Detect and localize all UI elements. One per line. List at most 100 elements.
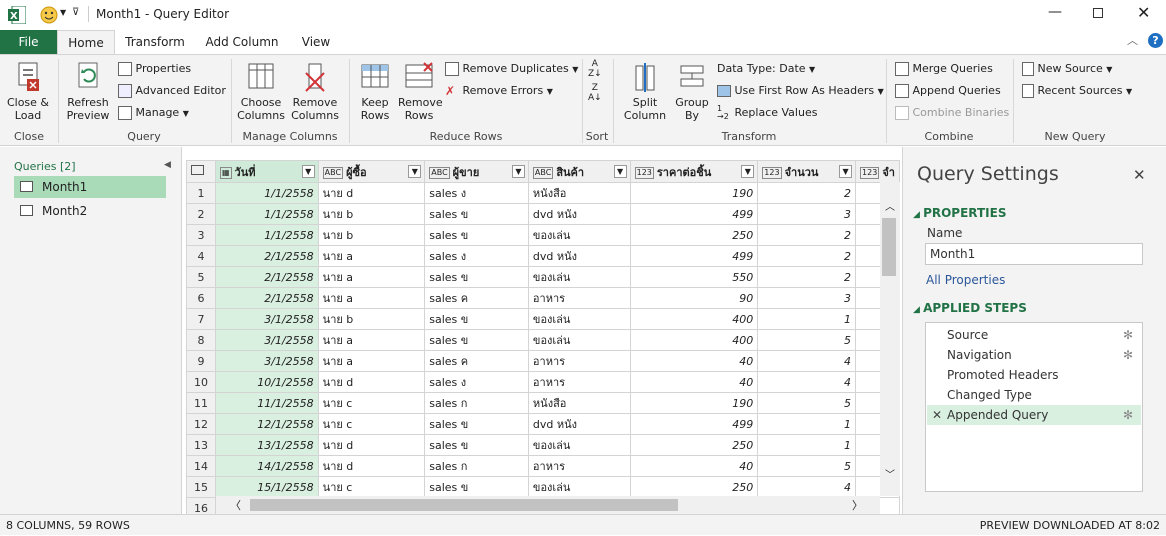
properties-section[interactable]: ◢ PROPERTIES (913, 206, 1006, 220)
table-cell[interactable]: 2/1/2558 (214, 287, 319, 309)
delete-step-icon[interactable]: ✕ (932, 405, 942, 425)
table-cell[interactable]: 3 (757, 287, 857, 309)
table-row[interactable]: 5 2/1/2558 นาย a sales ขของเล่น 550 2 (186, 266, 900, 288)
table-cell[interactable]: 499 (629, 413, 759, 435)
table-cell[interactable]: sales ข (424, 266, 529, 288)
table-cell[interactable]: sales ข (424, 434, 529, 456)
table-cell[interactable]: 12/1/2558 (214, 413, 319, 435)
tab-home[interactable]: Home (57, 30, 115, 54)
scroll-left-icon[interactable]: 〈 (230, 497, 241, 513)
table-cell[interactable]: 40 (629, 455, 759, 477)
table-cell[interactable]: ของเล่น (527, 434, 631, 456)
gear-icon[interactable]: ✻ (1123, 405, 1133, 425)
table-cell[interactable]: dvd หนัง (527, 203, 631, 225)
table-cell[interactable]: 1 (757, 434, 857, 456)
column-header[interactable]: ABC ผู้ซื้อ ▼ (317, 160, 426, 183)
table-cell[interactable]: นาย d (317, 455, 426, 477)
table-cell[interactable]: 10/1/2558 (214, 371, 319, 393)
maximize-icon[interactable] (1093, 8, 1103, 18)
table-row[interactable]: 11 11/1/2558 นาย c sales กหนังสือ 190 5 (186, 392, 900, 414)
group-by-button[interactable]: Group By (672, 61, 712, 122)
table-cell[interactable]: นาย a (317, 350, 426, 372)
choose-columns-button[interactable]: Choose Columns (236, 61, 286, 122)
replace-values-button[interactable]: 1 →2 Replace Values (717, 103, 817, 123)
table-cell[interactable]: 250 (629, 224, 759, 246)
table-cell[interactable]: อาหาร (527, 287, 631, 309)
applied-steps-section[interactable]: ◢ APPLIED STEPS (913, 301, 1027, 315)
table-row[interactable]: 13 13/1/2558 นาย d sales ขของเล่น 250 1 (186, 434, 900, 456)
table-cell[interactable]: นาย b (317, 203, 426, 225)
table-cell[interactable]: sales ก (424, 455, 529, 477)
table-cell[interactable]: นาย d (317, 182, 426, 204)
table-cell[interactable]: นาย c (317, 392, 426, 414)
sort-ascending-button[interactable]: A Z↓ (588, 59, 602, 79)
column-header[interactable]: ▦ วันที่ ▼ (214, 160, 319, 183)
table-cell[interactable]: sales ข (424, 329, 529, 351)
minimize-icon[interactable]: — (1048, 4, 1062, 20)
table-row[interactable]: 4 2/1/2558 นาย a sales ง dvd หนัง 499 2 (186, 245, 900, 267)
table-cell[interactable]: 250 (629, 434, 759, 456)
close-load-button[interactable]: Close & Load (4, 61, 52, 122)
chevron-down-icon[interactable]: ▼ (741, 165, 755, 178)
step-changed-type[interactable]: Changed Type (927, 385, 1141, 405)
table-cell[interactable]: 400 (629, 329, 759, 351)
step-appended-query[interactable]: ✕ Appended Query ✻ (927, 405, 1141, 425)
chevron-down-icon[interactable]: ▼ (408, 165, 422, 178)
column-header[interactable]: 123 จำ (855, 160, 900, 183)
table-cell[interactable]: อาหาร (527, 350, 631, 372)
collapse-ribbon-icon[interactable]: ︿ (1127, 32, 1138, 48)
table-cell[interactable]: sales ข (424, 224, 529, 246)
table-cell[interactable]: 3/1/2558 (214, 308, 319, 330)
column-header[interactable]: ABC สินค้า ▼ (527, 160, 631, 183)
table-cell[interactable]: 5 (757, 455, 857, 477)
combine-binaries-button[interactable]: Combine Binaries (895, 103, 1009, 123)
table-cell[interactable]: ของเล่น (527, 308, 631, 330)
keep-rows-button[interactable]: Keep Rows (354, 61, 396, 122)
step-source[interactable]: Source ✻ (927, 325, 1141, 345)
refresh-preview-button[interactable]: Refresh Preview (63, 61, 113, 122)
table-cell[interactable]: 3 (757, 203, 857, 225)
customize-qat-icon[interactable]: ⊽ (72, 7, 79, 18)
grid-corner[interactable] (186, 160, 216, 183)
table-cell[interactable]: ของเล่น (527, 224, 631, 246)
step-promoted-headers[interactable]: Promoted Headers (927, 365, 1141, 385)
table-cell[interactable]: dvd หนัง (527, 413, 631, 435)
scroll-thumb[interactable] (250, 499, 678, 511)
table-cell[interactable]: 1/1/2558 (214, 224, 319, 246)
table-cell[interactable]: 90 (629, 287, 759, 309)
table-cell[interactable]: นาย b (317, 224, 426, 246)
table-cell[interactable]: sales ง (424, 371, 529, 393)
scroll-right-icon[interactable]: 〉 (852, 497, 863, 513)
table-row[interactable]: 1 1/1/2558 นาย d sales งหนังสือ 190 2 (186, 182, 900, 204)
vertical-scrollbar[interactable]: ︿ ﹀ (880, 182, 900, 496)
tab-view[interactable]: View (292, 30, 340, 54)
table-cell[interactable]: 13/1/2558 (214, 434, 319, 456)
query-item-month1[interactable]: Month1 (14, 176, 166, 198)
recent-sources-button[interactable]: Recent Sources ▼ (1022, 81, 1132, 101)
query-item-month2[interactable]: Month2 (14, 200, 166, 222)
table-cell[interactable]: ของเล่น (527, 476, 631, 498)
tab-file[interactable]: File (0, 30, 57, 54)
table-cell[interactable]: นาย a (317, 245, 426, 267)
remove-errors-button[interactable]: ✗ Remove Errors ▼ (445, 81, 553, 101)
table-cell[interactable]: ของเล่น (527, 329, 631, 351)
table-cell[interactable]: 3/1/2558 (214, 350, 319, 372)
table-row[interactable]: 3 1/1/2558 นาย b sales ขของเล่น 250 2 (186, 224, 900, 246)
split-column-button[interactable]: Split Column (620, 61, 670, 122)
horizontal-scrollbar[interactable]: 〈 〉 (216, 496, 880, 514)
table-cell[interactable]: 5 (757, 329, 857, 351)
data-type-button[interactable]: Data Type: Date ▼ (717, 59, 815, 79)
table-cell[interactable]: 250 (629, 476, 759, 498)
table-cell[interactable]: 550 (629, 266, 759, 288)
chevron-down-icon[interactable]: ▼ (60, 8, 66, 17)
smiley-icon[interactable] (40, 6, 58, 24)
chevron-down-icon[interactable]: ▼ (511, 165, 525, 178)
remove-duplicates-button[interactable]: Remove Duplicates ▼ (445, 59, 578, 79)
table-row[interactable]: 7 3/1/2558 นาย b sales ขของเล่น 400 1 (186, 308, 900, 330)
chevron-down-icon[interactable]: ▼ (613, 165, 627, 178)
table-cell[interactable]: 2 (757, 245, 857, 267)
table-cell[interactable]: 2/1/2558 (214, 266, 319, 288)
table-cell[interactable]: 2 (757, 182, 857, 204)
table-cell[interactable]: 1 (757, 308, 857, 330)
table-cell[interactable]: 1/1/2558 (214, 182, 319, 204)
